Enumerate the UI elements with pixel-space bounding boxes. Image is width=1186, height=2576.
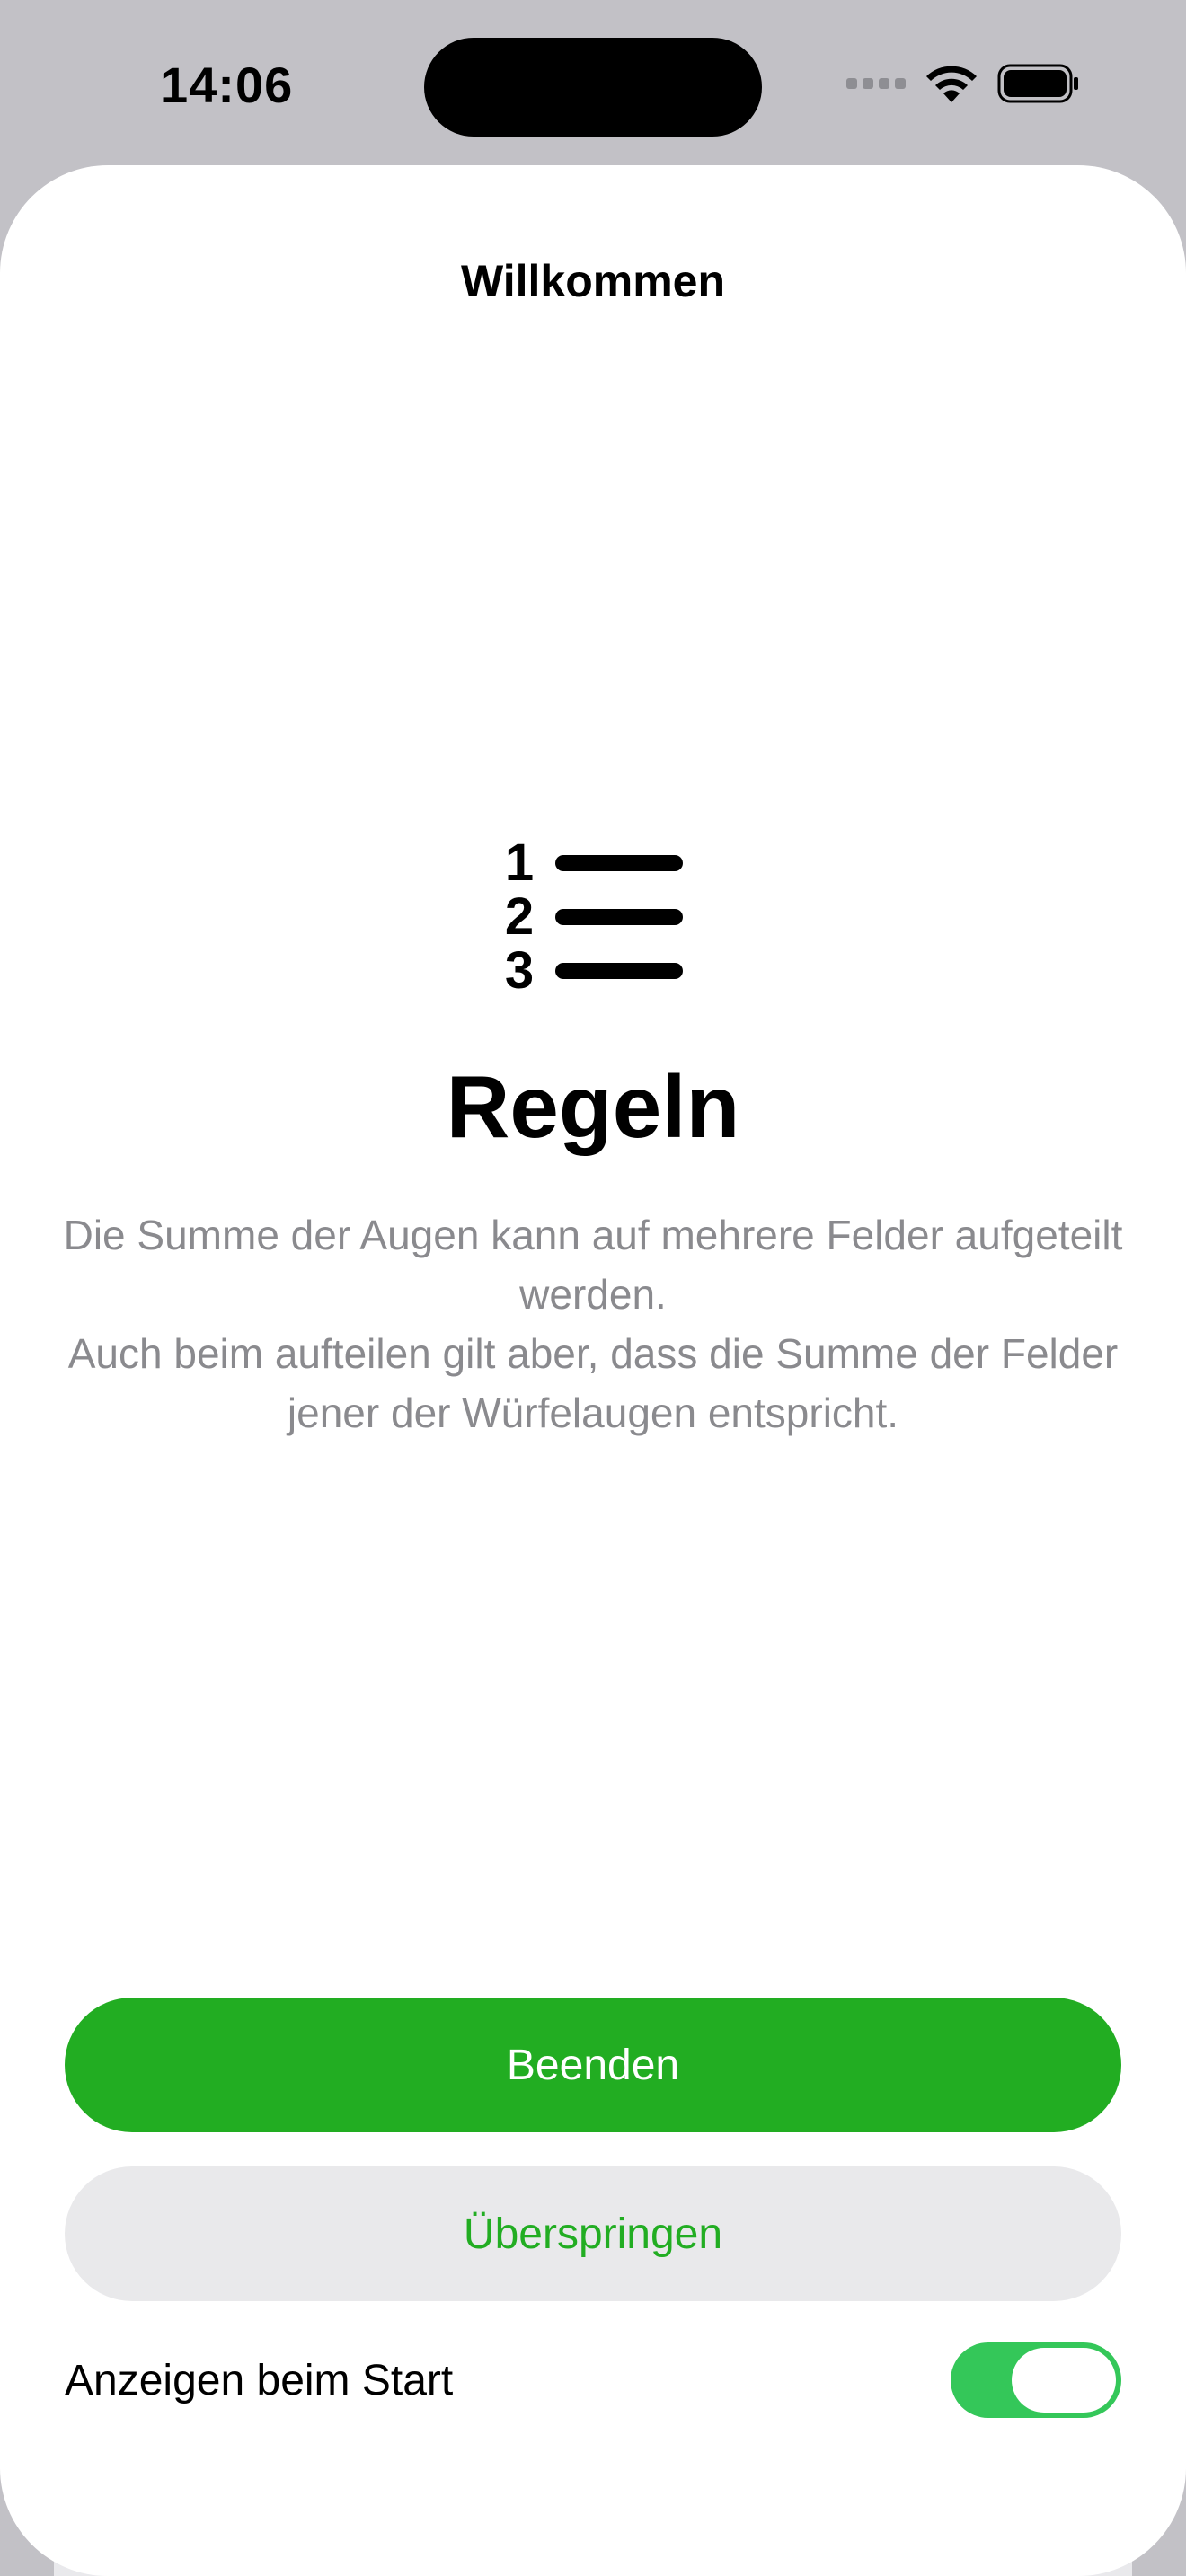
rules-description: Die Summe der Augen kann auf mehrere Fel… [63,1205,1123,1442]
status-time: 14:06 [160,57,294,113]
sheet-title: Willkommen [460,256,726,306]
battery-icon [997,64,1078,103]
skip-button[interactable]: Überspringen [65,2166,1121,2301]
welcome-sheet: Willkommen 1 2 3 Regeln Die Summe der Au… [0,165,1186,2576]
show-on-start-toggle[interactable] [951,2342,1121,2418]
finish-button[interactable]: Beenden [65,1998,1121,2132]
cellular-signal-icon [846,78,906,89]
dynamic-island [424,38,762,137]
description-line: Auch beim aufteilen gilt aber, dass die … [67,1330,1119,1436]
show-on-start-row: Anzeigen beim Start [65,2342,1121,2418]
page-heading: Regeln [446,1057,740,1156]
svg-text:1: 1 [505,837,534,892]
toggle-knob [1012,2348,1116,2413]
toggle-label: Anzeigen beim Start [65,2356,454,2404]
numbered-list-icon: 1 2 3 [505,837,683,999]
wifi-icon [926,66,977,102]
svg-text:2: 2 [505,887,534,946]
screen: 14:06 Willkommen 1 2 3 Regeln Die Summe … [0,0,1186,2576]
description-line: Die Summe der Augen kann auf mehrere Fel… [63,1212,1123,1318]
status-icons [846,63,1080,104]
svg-text:3: 3 [505,941,534,999]
